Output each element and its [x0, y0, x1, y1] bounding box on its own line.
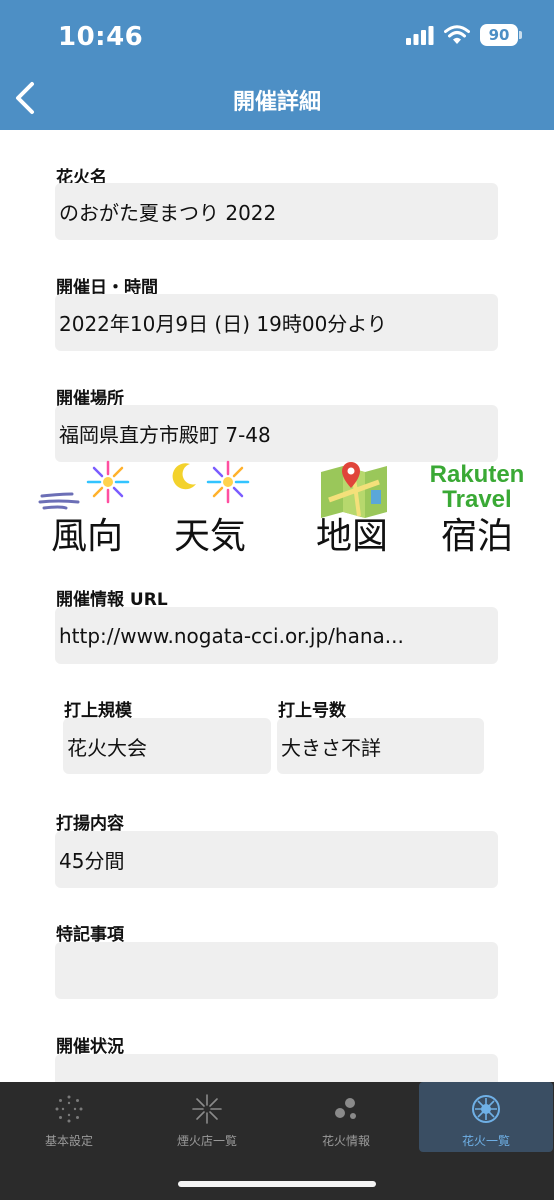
app-header: 10:46 90 開催詳細	[0, 0, 554, 130]
firework-wheel-icon	[472, 1095, 500, 1123]
firework-burst-icon	[192, 1094, 222, 1124]
page-title: 開催詳細	[232, 90, 321, 115]
tab-label: 花火情報	[321, 1134, 370, 1148]
map-icon	[321, 462, 387, 518]
battery-indicator: 90	[480, 24, 522, 46]
field-scale: 花火大会	[63, 718, 271, 774]
field-count: 大きさ不詳	[277, 718, 484, 774]
tab-label: 花火一覧	[461, 1134, 510, 1148]
tab-basic-settings[interactable]: 基本設定	[2, 1082, 136, 1152]
home-indicator[interactable]	[178, 1181, 376, 1187]
field-name: のおがた夏まつり 2022	[55, 183, 498, 240]
detail-content[interactable]: 花火名 のおがた夏まつり 2022 開催日・時間 2022年10月9日 (日) …	[0, 130, 554, 1082]
shortcut-lodging-label: 宿泊	[440, 516, 513, 557]
fireworks-cluster-icon	[335, 1098, 356, 1119]
rakuten-travel-icon: Rakuten Travel	[422, 461, 532, 514]
field-datetime: 2022年10月9日 (日) 19時00分より	[55, 294, 498, 351]
tab-fireworks-shops[interactable]: 煙火店一覧	[140, 1082, 274, 1152]
shortcut-wind[interactable]: 風向	[32, 460, 142, 555]
field-notes	[55, 942, 498, 999]
status-time: 10:46	[58, 22, 144, 52]
status-icons: 90	[406, 24, 522, 46]
rakuten-logo-line1: Rakuten	[429, 461, 525, 488]
tab-fireworks-list[interactable]: 花火一覧	[419, 1082, 553, 1152]
tab-label: 煙火店一覧	[176, 1134, 237, 1148]
rakuten-logo-line2: Travel	[442, 486, 512, 514]
signal-icon	[406, 26, 434, 45]
field-content: 45分間	[55, 831, 498, 888]
weather-icon	[172, 460, 250, 504]
shortcut-weather-label: 天気	[173, 516, 246, 557]
shortcut-wind-label: 風向	[50, 516, 123, 557]
shortcut-map-label: 地図	[315, 516, 388, 557]
tab-label: 基本設定	[44, 1134, 93, 1148]
field-place: 福岡県直方市殿町 7-48	[55, 405, 498, 462]
shortcut-lodging[interactable]: Rakuten Travel 宿泊	[422, 460, 532, 555]
wind-icon	[38, 460, 130, 510]
field-status	[55, 1054, 498, 1082]
shortcut-map[interactable]: 地図	[297, 460, 407, 555]
firework-dots-icon	[55, 1095, 83, 1123]
field-url[interactable]: http://www.nogata-cci.or.jp/hana...	[55, 607, 498, 664]
tab-fireworks-info[interactable]: 花火情報	[279, 1082, 413, 1152]
wifi-icon	[444, 25, 470, 44]
shortcut-weather[interactable]: 天気	[155, 460, 265, 555]
